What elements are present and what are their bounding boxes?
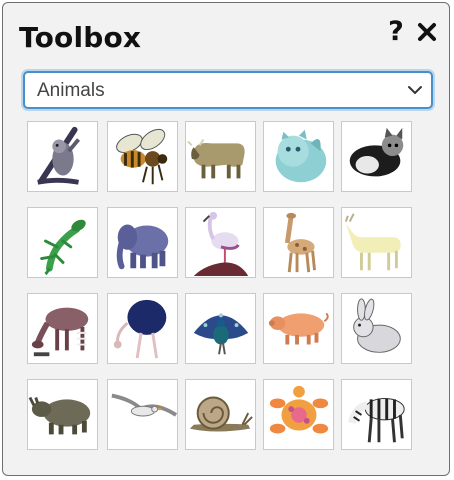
toolbox-panel: Toolbox ? Animals bbox=[2, 2, 450, 476]
pig-icon bbox=[268, 312, 329, 345]
animal-tile-pig[interactable] bbox=[263, 293, 334, 364]
rabbit-icon bbox=[353, 298, 401, 353]
animal-tile-bee[interactable] bbox=[107, 121, 178, 192]
peacock-icon bbox=[193, 313, 249, 355]
bee-icon bbox=[116, 128, 168, 185]
sloth-icon bbox=[37, 126, 81, 185]
close-button[interactable] bbox=[415, 17, 439, 47]
chevron-down-icon bbox=[408, 86, 422, 95]
animal-tile-seagull[interactable] bbox=[107, 379, 178, 450]
animal-tile-rhinoceros[interactable] bbox=[27, 379, 98, 450]
animal-tile-zebra[interactable] bbox=[341, 379, 412, 450]
animal-tile-cat[interactable] bbox=[341, 121, 412, 192]
ostrich-icon bbox=[113, 299, 167, 359]
animal-tile-sloth[interactable] bbox=[27, 121, 98, 192]
help-button[interactable]: ? bbox=[384, 17, 408, 47]
animal-tile-goat[interactable] bbox=[341, 207, 412, 278]
animal-tile-lizard[interactable] bbox=[27, 207, 98, 278]
rhinoceros-icon bbox=[28, 396, 91, 435]
animal-tile-flamingo[interactable] bbox=[185, 207, 256, 278]
flamingo-icon bbox=[193, 211, 249, 277]
toolbox-title: Toolbox bbox=[19, 21, 142, 54]
animal-tile-giraffe[interactable] bbox=[263, 207, 334, 278]
animal-tile-bull[interactable] bbox=[185, 121, 256, 192]
seagull-icon bbox=[111, 393, 177, 417]
zebra-icon bbox=[347, 397, 405, 443]
category-select[interactable]: Animals bbox=[23, 71, 433, 109]
sea-turtle-icon bbox=[269, 385, 329, 434]
animal-tile-persian-cat[interactable] bbox=[263, 121, 334, 192]
elephant-icon bbox=[116, 224, 169, 270]
okapi-icon bbox=[31, 307, 89, 357]
animal-tile-elephant[interactable] bbox=[107, 207, 178, 278]
snail-icon bbox=[189, 396, 253, 432]
cat-icon bbox=[349, 127, 404, 177]
animal-tile-peacock[interactable] bbox=[185, 293, 256, 364]
animal-tile-ostrich[interactable] bbox=[107, 293, 178, 364]
bull-icon bbox=[187, 138, 245, 179]
animal-tile-snail[interactable] bbox=[185, 379, 256, 450]
animal-tile-sea-turtle[interactable] bbox=[263, 379, 334, 450]
animal-tile-rabbit[interactable] bbox=[341, 293, 412, 364]
goat-icon bbox=[344, 213, 401, 271]
close-icon bbox=[418, 23, 436, 41]
persian-cat-icon bbox=[275, 129, 327, 183]
animal-tile-okapi[interactable] bbox=[27, 293, 98, 364]
lizard-icon bbox=[40, 219, 86, 276]
giraffe-icon bbox=[284, 212, 316, 273]
category-select-value: Animals bbox=[37, 80, 105, 101]
